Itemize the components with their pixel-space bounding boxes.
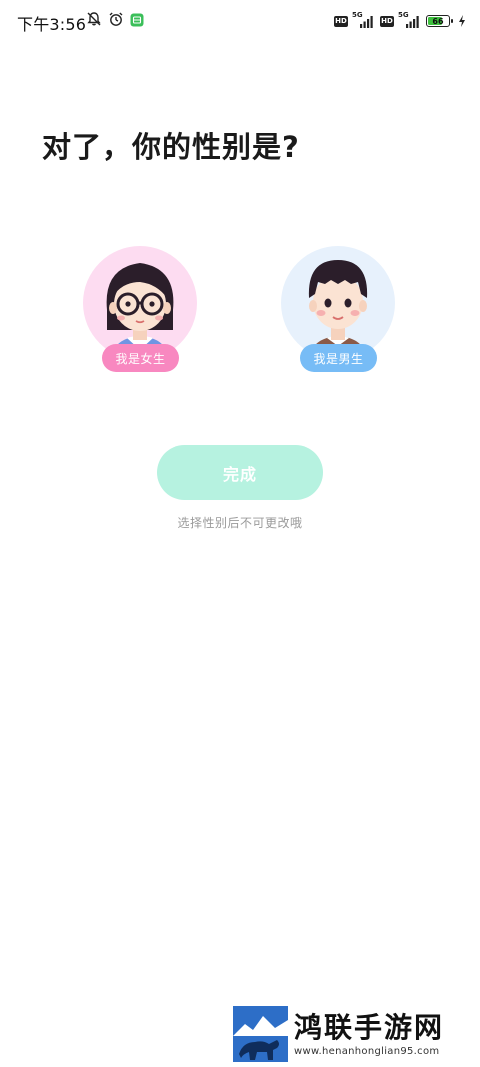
page-title: 对了，你的性别是? (42, 130, 300, 164)
signal-strength-icon-1: 5G (352, 11, 376, 29)
battery-percent: 66 (432, 16, 444, 26)
hd-badge-2: HD (380, 15, 394, 27)
charging-bolt-icon (458, 12, 466, 31)
watermark-text: 鸿联手游网 www.henanhonglian95.com (294, 1006, 444, 1062)
watermark-title: 鸿联手游网 (294, 1010, 445, 1044)
hint-text: 选择性别后不可更改哦 (177, 516, 303, 530)
status-bar: 下午3:56 HD 5G HD 5G 66 (0, 0, 480, 44)
watermark-url: www.henanhonglian95.com (294, 1045, 440, 1057)
watermark-logo-icon (233, 1006, 288, 1062)
male-label: 我是男生 (300, 344, 377, 372)
status-left-icons (86, 12, 144, 30)
status-right-icons: HD 5G HD 5G 66 (334, 11, 466, 31)
gender-option-female[interactable]: 我是女生 (83, 246, 197, 374)
male-avatar (281, 246, 395, 360)
mute-bell-icon (86, 11, 102, 31)
alarm-icon (108, 11, 124, 31)
female-avatar (83, 246, 197, 360)
gender-selection-screen: 下午3:56 HD 5G HD 5G 66 对了，你的性别是? 我是女生 我是男… (0, 0, 480, 1067)
battery-icon: 66 (426, 15, 453, 27)
done-button[interactable]: 完成 (157, 445, 323, 500)
gender-option-male[interactable]: 我是男生 (281, 246, 395, 374)
status-time: 下午3:56 (17, 15, 87, 34)
app-notification-icon (130, 12, 144, 31)
female-label: 我是女生 (102, 344, 179, 372)
hd-badge-1: HD (334, 15, 348, 27)
signal-strength-icon-2: 5G (398, 11, 422, 29)
watermark: 鸿联手游网 www.henanhonglian95.com (233, 1006, 473, 1062)
